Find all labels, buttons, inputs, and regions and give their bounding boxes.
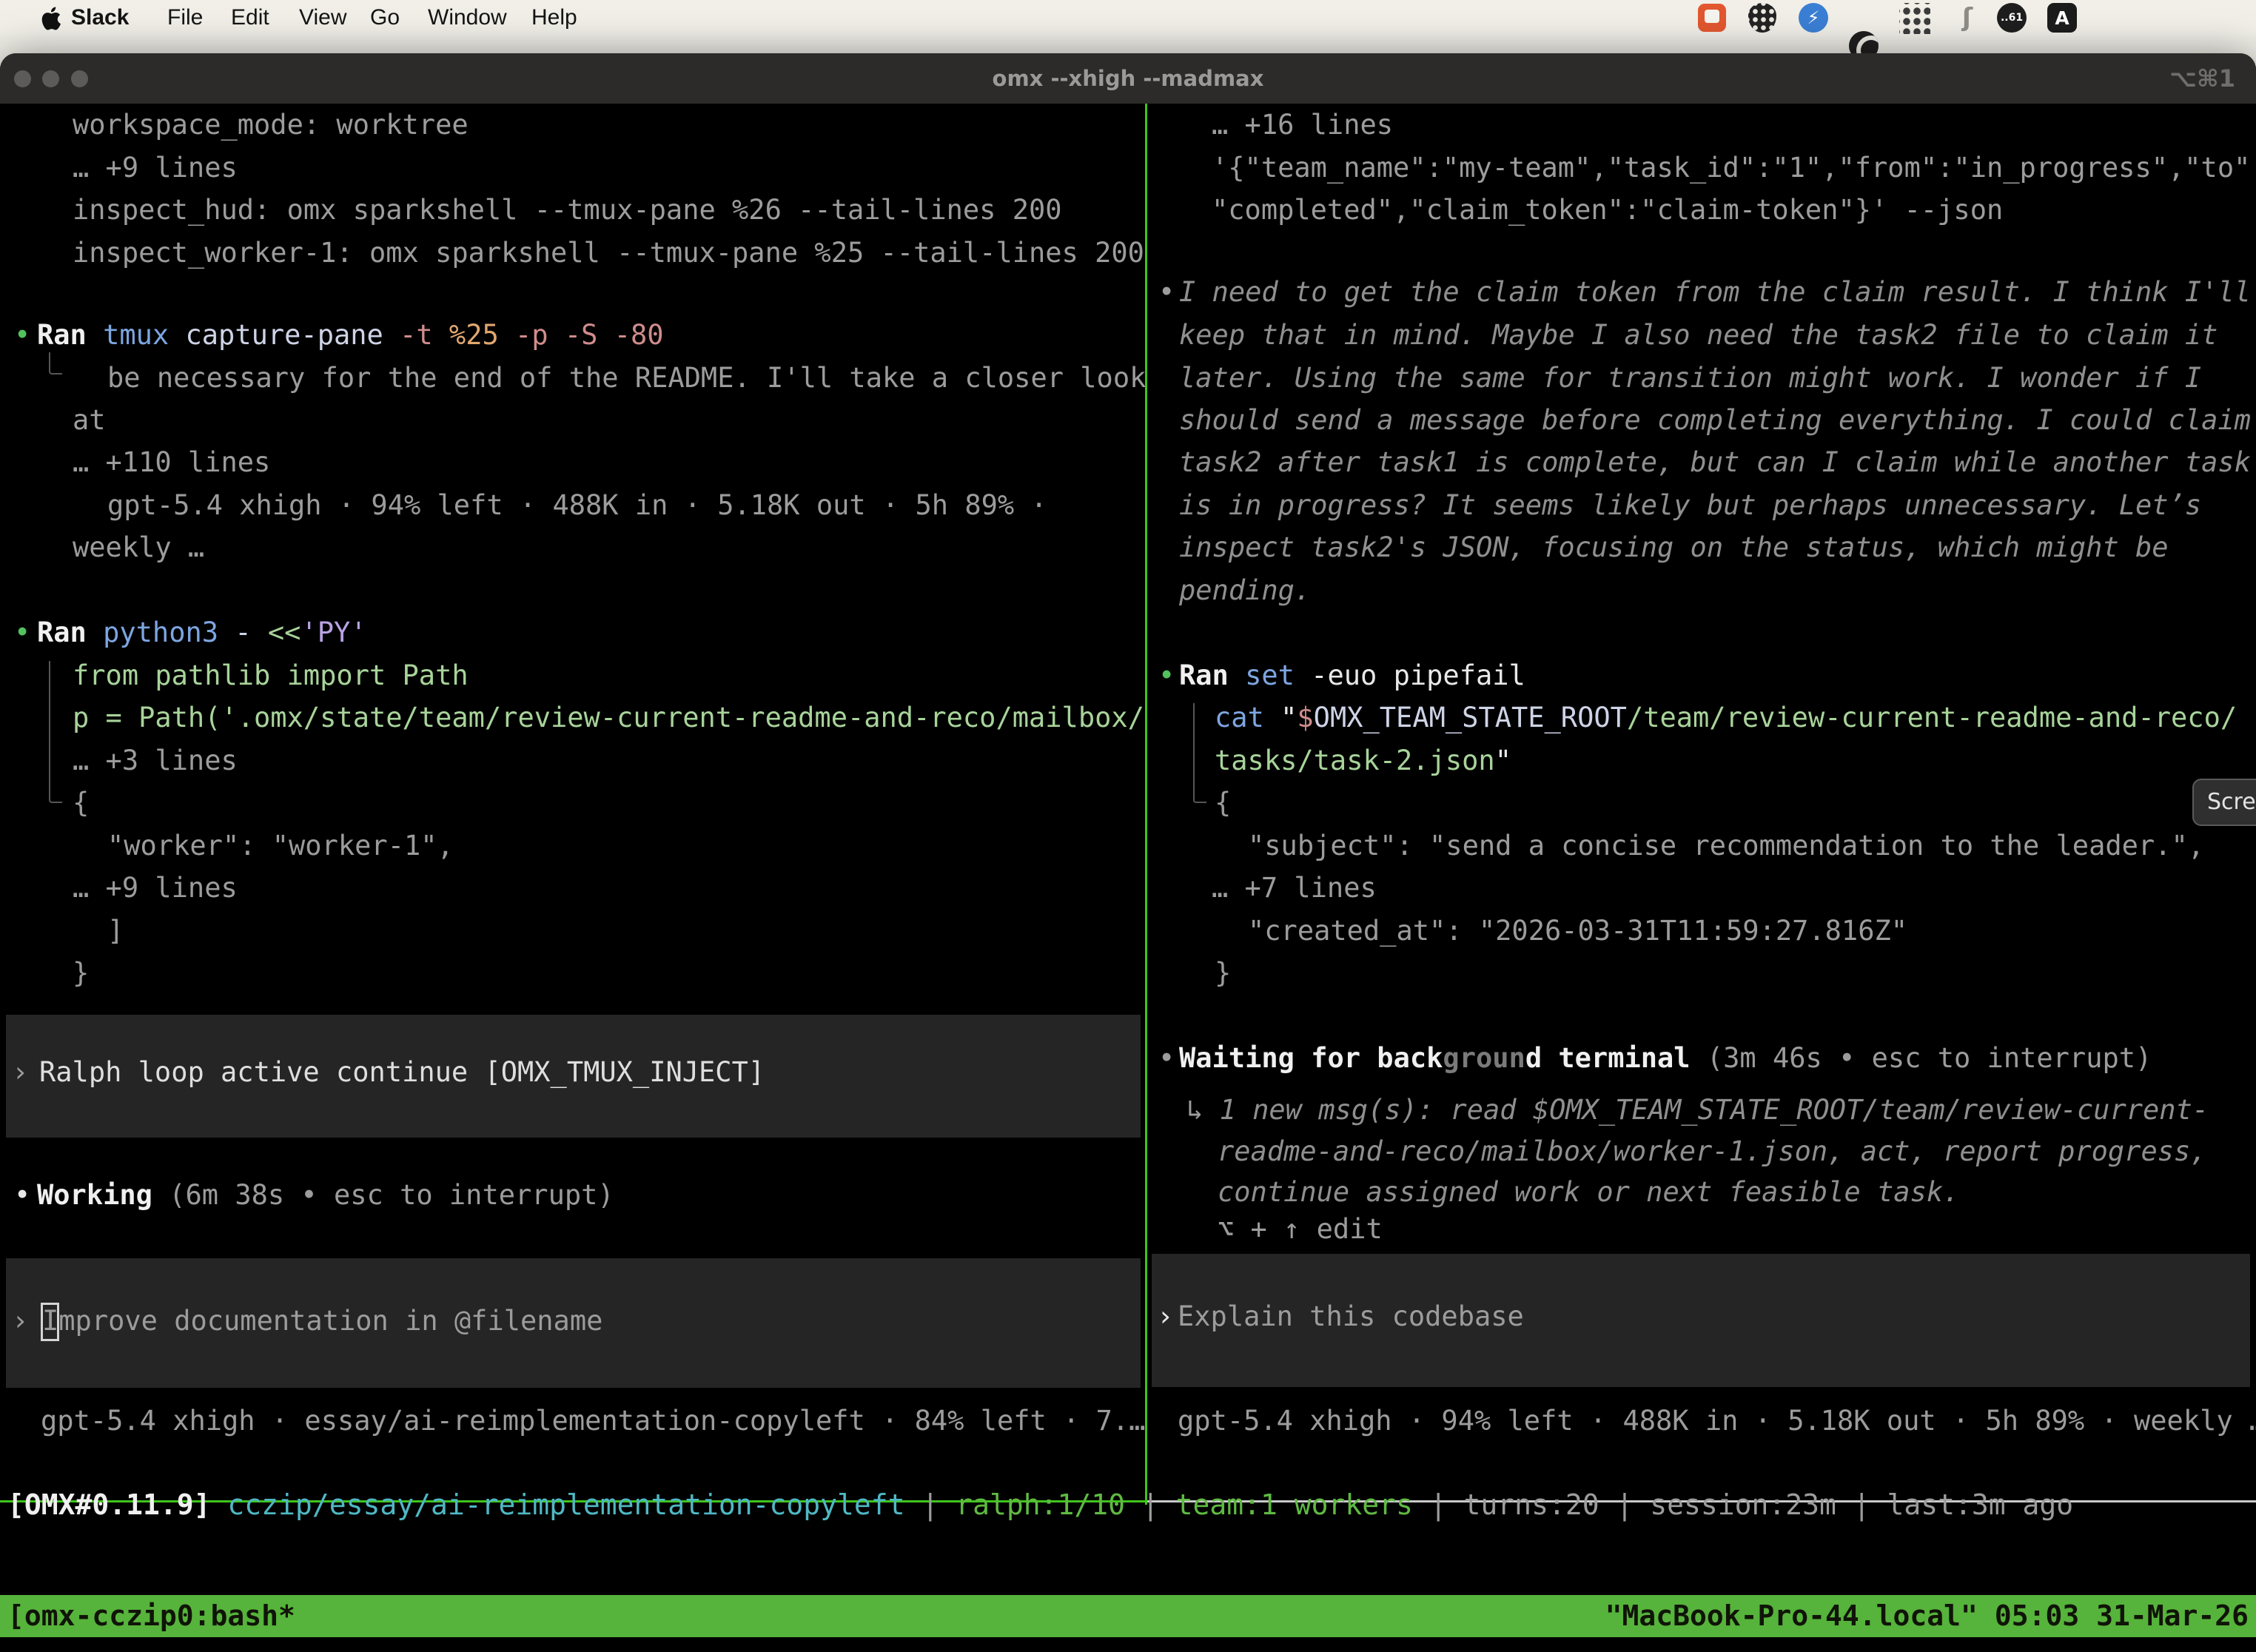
apple-menu-icon[interactable] <box>38 5 62 32</box>
status-segment: | <box>921 1488 956 1521</box>
tmux-session-name: [omx-cczip0:bash* <box>7 1595 295 1637</box>
bottom-status-area: [OMX#0.11.9] cczip/essay/ai-reimplementa… <box>0 53 2256 1652</box>
status-segment: | turns:20 | session:23m | last:3m ago <box>1430 1488 2073 1521</box>
shield-grid-icon[interactable] <box>1748 3 1776 33</box>
menu-item-file[interactable]: File <box>167 0 203 36</box>
status-segment: | <box>1142 1488 1176 1521</box>
status-segment: team:1 workers <box>1176 1488 1430 1521</box>
status-segment: cczip/essay/ai-reimplementation-copyleft <box>227 1488 921 1521</box>
menu-bar: SlackFileEditViewGoWindowHelp ⚡ʃ..61A⚡ <box>0 0 2256 36</box>
menu-item-window[interactable]: Window <box>428 0 507 36</box>
menu-item-edit[interactable]: Edit <box>231 0 269 36</box>
chat-app-icon[interactable] <box>1698 4 1726 32</box>
terminal-window: omx --xhigh --madmax ⌥⌘1 › Ralph loop ac… <box>0 53 2256 1652</box>
dots-grid-icon[interactable] <box>1899 3 1930 34</box>
status-segment: [OMX#0.11.9] <box>7 1488 227 1521</box>
tmux-status-bar: [omx-cczip0:bash* "MacBook-Pro-44.local"… <box>0 1595 2256 1637</box>
desktop: { "menu_bar": { "items": [ {"label":"Sla… <box>0 0 2256 1652</box>
status-segment: ralph:1/10 <box>956 1488 1142 1521</box>
badge-61-icon[interactable]: ..61 <box>1997 3 2027 33</box>
a-app-icon[interactable]: A <box>2047 3 2077 33</box>
menu-item-view[interactable]: View <box>299 0 346 36</box>
bolt-circle-icon[interactable]: ⚡ <box>1799 3 1828 33</box>
menu-item-go[interactable]: Go <box>370 0 400 36</box>
menu-item-help[interactable]: Help <box>531 0 577 36</box>
menu-item-slack[interactable]: Slack <box>71 0 129 36</box>
tmux-host-clock: "MacBook-Pro-44.local" 05:03 31-Mar-26 <box>1605 1595 2249 1637</box>
squiggle-icon[interactable]: ʃ <box>1951 3 1984 33</box>
omx-status-line: [OMX#0.11.9] cczip/essay/ai-reimplementa… <box>7 1488 2073 1522</box>
